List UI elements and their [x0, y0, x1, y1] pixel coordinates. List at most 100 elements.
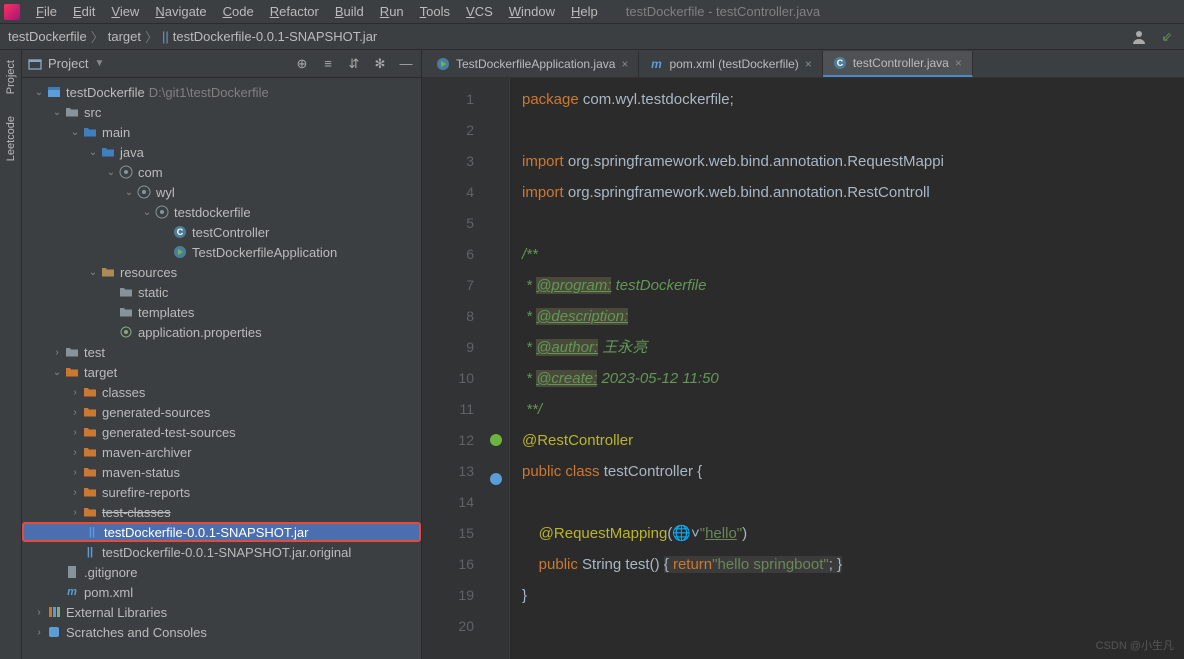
line-number[interactable]: 5 — [422, 208, 484, 239]
tree-item[interactable]: ⌄main — [22, 122, 421, 142]
tree-item[interactable]: ›classes — [22, 382, 421, 402]
tree-item[interactable]: templates — [22, 302, 421, 322]
tree-arrow-icon[interactable]: ⌄ — [122, 187, 136, 198]
tree-arrow-icon[interactable]: › — [68, 467, 82, 478]
tree-item[interactable]: application.properties — [22, 322, 421, 342]
menu-tools[interactable]: Tools — [412, 4, 458, 19]
locate-icon[interactable]: ⊕ — [293, 55, 311, 73]
tree-item[interactable]: ›test — [22, 342, 421, 362]
tree-item[interactable]: mpom.xml — [22, 582, 421, 602]
line-number[interactable]: 10 — [422, 363, 484, 394]
tree-arrow-icon[interactable]: ⌄ — [32, 87, 46, 98]
tree-arrow-icon[interactable]: ⌄ — [68, 127, 82, 138]
tool-tab-leetcode[interactable]: Leetcode — [3, 112, 19, 165]
breadcrumb-item[interactable]: target — [108, 29, 141, 44]
tree-item[interactable]: ›test-classes — [22, 502, 421, 522]
tree-item[interactable]: ›surefire-reports — [22, 482, 421, 502]
code-line[interactable]: import org.springframework.web.bind.anno… — [510, 177, 1184, 208]
tree-arrow-icon[interactable]: ⌄ — [50, 367, 64, 378]
code-line[interactable]: /** — [510, 239, 1184, 270]
editor-tab[interactable]: TestDockerfileApplication.java× — [426, 51, 639, 77]
code-line[interactable]: * @author: 王永亮 — [510, 332, 1184, 363]
tree-item[interactable]: ||testDockerfile-0.0.1-SNAPSHOT.jar — [22, 522, 421, 542]
sidebar-title[interactable]: Project — [48, 56, 88, 71]
tree-item[interactable]: ⌄src — [22, 102, 421, 122]
line-number[interactable]: 6 — [422, 239, 484, 270]
code-line[interactable]: import org.springframework.web.bind.anno… — [510, 146, 1184, 177]
breadcrumb-item[interactable]: || testDockerfile-0.0.1-SNAPSHOT.jar — [162, 29, 377, 44]
code-line[interactable]: * @program: testDockerfile — [510, 270, 1184, 301]
tool-tab-project[interactable]: Project — [3, 56, 19, 98]
tree-item[interactable]: ›maven-archiver — [22, 442, 421, 462]
code-line[interactable] — [510, 115, 1184, 146]
tree-item[interactable]: .gitignore — [22, 562, 421, 582]
line-number[interactable]: 16 — [422, 549, 484, 580]
tree-item[interactable]: ›External Libraries — [22, 602, 421, 622]
code-line[interactable]: public class testController { — [510, 456, 1184, 487]
tree-arrow-icon[interactable]: ⌄ — [86, 147, 100, 158]
close-icon[interactable]: × — [805, 57, 812, 71]
menu-window[interactable]: Window — [501, 4, 563, 19]
code-line[interactable] — [510, 611, 1184, 642]
tree-arrow-icon[interactable]: › — [50, 347, 64, 358]
tree-arrow-icon[interactable]: ⌄ — [140, 207, 154, 218]
line-number[interactable]: 8 — [422, 301, 484, 332]
menu-build[interactable]: Build — [327, 4, 372, 19]
line-number[interactable]: 2 — [422, 115, 484, 146]
line-number[interactable]: 3 — [422, 146, 484, 177]
line-number[interactable]: 19 — [422, 580, 484, 611]
line-number[interactable]: 9 — [422, 332, 484, 363]
line-number[interactable]: 11 — [422, 394, 484, 425]
collapse-icon[interactable]: ⇵ — [345, 55, 363, 73]
tree-item[interactable]: ⌄resources — [22, 262, 421, 282]
code-line[interactable]: public String test() { return"hello spri… — [510, 549, 1184, 580]
tree-item[interactable]: ⌄wyl — [22, 182, 421, 202]
menu-navigate[interactable]: Navigate — [147, 4, 214, 19]
tree-item[interactable]: TestDockerfileApplication — [22, 242, 421, 262]
settings-icon[interactable]: ✻ — [371, 55, 389, 73]
close-icon[interactable]: × — [621, 57, 628, 71]
tree-item[interactable]: ||testDockerfile-0.0.1-SNAPSHOT.jar.orig… — [22, 542, 421, 562]
tree-arrow-icon[interactable]: › — [68, 487, 82, 498]
update-icon[interactable]: ⇙ — [1158, 28, 1176, 46]
tree-arrow-icon[interactable]: › — [68, 447, 82, 458]
tree-item[interactable]: ⌄testDockerfileD:\git1\testDockerfile — [22, 82, 421, 102]
line-number[interactable]: 20 — [422, 611, 484, 642]
tree-arrow-icon[interactable]: › — [68, 387, 82, 398]
tree-item[interactable]: ›maven-status — [22, 462, 421, 482]
project-tree[interactable]: ⌄testDockerfileD:\git1\testDockerfile⌄sr… — [22, 78, 421, 659]
tree-item[interactable]: static — [22, 282, 421, 302]
menu-edit[interactable]: Edit — [65, 4, 103, 19]
dropdown-icon[interactable]: ▼ — [94, 58, 104, 69]
line-number[interactable]: 15 — [422, 518, 484, 549]
tree-item[interactable]: ⌄target — [22, 362, 421, 382]
menu-view[interactable]: View — [103, 4, 147, 19]
code-line[interactable] — [510, 208, 1184, 239]
menu-file[interactable]: File — [28, 4, 65, 19]
menu-help[interactable]: Help — [563, 4, 606, 19]
user-icon[interactable] — [1130, 28, 1148, 46]
close-icon[interactable]: × — [955, 56, 962, 70]
tree-item[interactable]: ›generated-sources — [22, 402, 421, 422]
breadcrumb-item[interactable]: testDockerfile — [8, 29, 87, 44]
tree-arrow-icon[interactable]: › — [68, 427, 82, 438]
tree-arrow-icon[interactable]: › — [32, 627, 46, 638]
code-line[interactable]: @RestController — [510, 425, 1184, 456]
line-number[interactable]: 12 — [422, 425, 484, 456]
line-number[interactable]: 1 — [422, 84, 484, 115]
tree-arrow-icon[interactable]: ⌄ — [50, 107, 64, 118]
line-gutter[interactable]: 123456789101112131415161920 — [422, 78, 484, 659]
code-line[interactable]: @RequestMapping(🌐˅"hello") — [510, 518, 1184, 549]
tree-item[interactable]: ⌄testdockerfile — [22, 202, 421, 222]
line-number[interactable]: 13 — [422, 456, 484, 487]
code-line[interactable]: * @create: 2023-05-12 11:50 — [510, 363, 1184, 394]
tree-arrow-icon[interactable]: › — [68, 407, 82, 418]
code-line[interactable]: * @description: — [510, 301, 1184, 332]
tree-arrow-icon[interactable]: › — [68, 507, 82, 518]
tree-item[interactable]: ›Scratches and Consoles — [22, 622, 421, 642]
code-line[interactable]: **/ — [510, 394, 1184, 425]
tree-item[interactable]: ⌄java — [22, 142, 421, 162]
tree-item[interactable]: ›generated-test-sources — [22, 422, 421, 442]
hide-icon[interactable]: — — [397, 55, 415, 73]
code-content[interactable]: package com.wyl.testdockerfile;import or… — [510, 78, 1184, 659]
